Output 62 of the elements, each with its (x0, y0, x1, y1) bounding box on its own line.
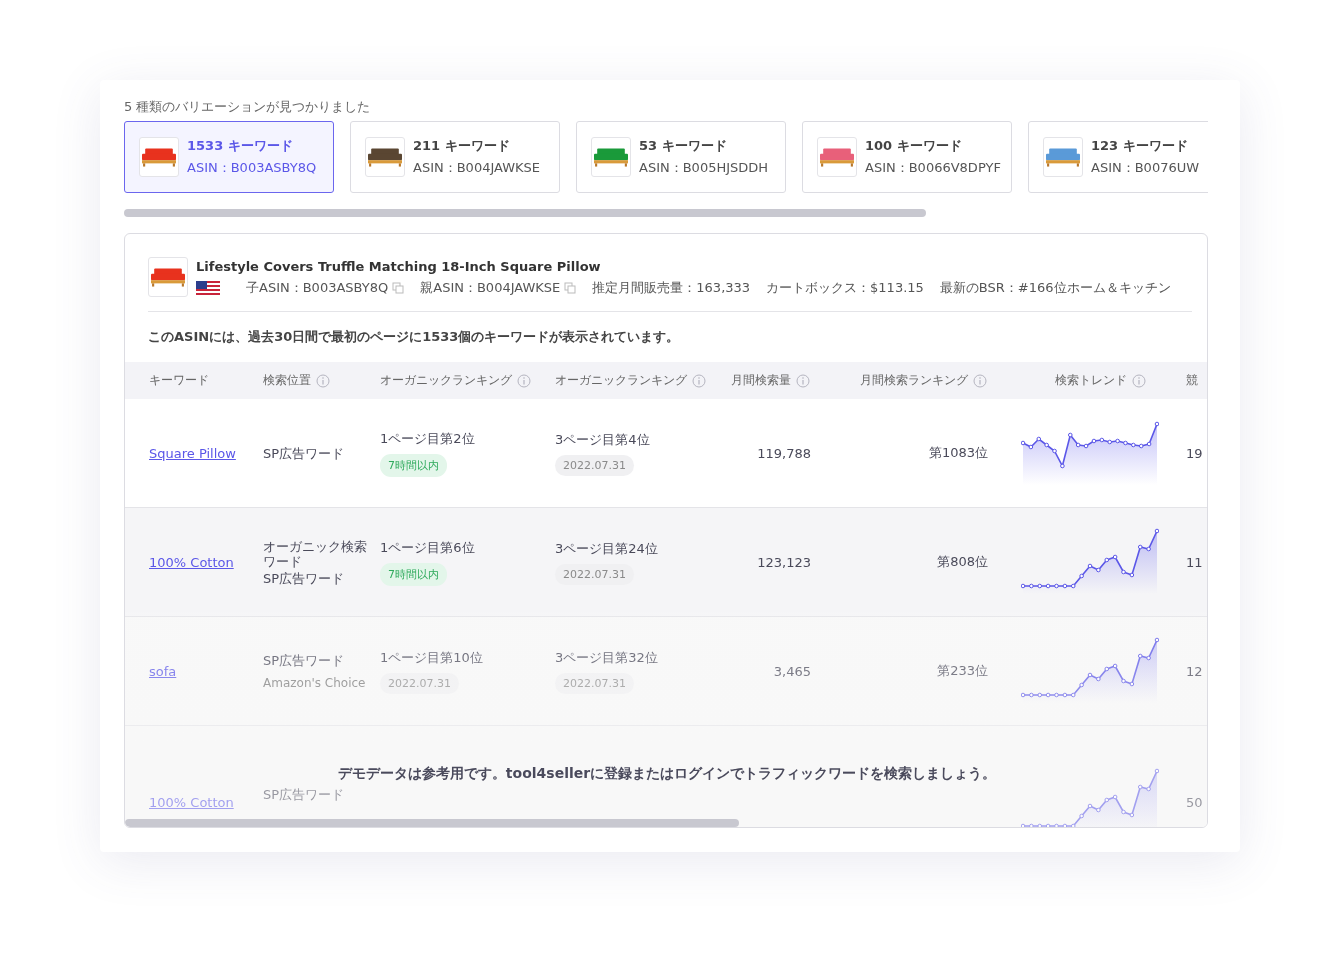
info-icon[interactable] (1132, 373, 1146, 388)
competition-value: 11 (1186, 554, 1203, 570)
column-header: 競 (1186, 372, 1198, 389)
keyword-link[interactable]: Square Pillow (149, 445, 236, 461)
notice-text: このASINには、過去30日間で最初のページに1533個のキーワードが表示されています。 (148, 328, 681, 346)
variations-heading: 5 種類のバリエーションが見つかりました (124, 98, 372, 116)
variation-card[interactable]: 211 キーワード ASIN：B004JAWKSE (350, 121, 560, 193)
competition-value: 50 (1186, 794, 1203, 810)
organic-rank: 3ページ目第24位 (555, 539, 658, 558)
organic-rank: 1ページ目第10位 (380, 648, 483, 667)
competition-value: 19 (1186, 445, 1203, 461)
column-header: 月間検索量 (731, 372, 791, 389)
date-badge: 2022.07.31 (555, 563, 634, 585)
column-header: 月間検索ランキング (860, 372, 968, 389)
keyword-link[interactable]: 100% Cotton (149, 554, 234, 570)
child-asin: 子ASIN：B003ASBY8Q (246, 278, 389, 297)
search-position: SP広告ワード (263, 652, 346, 668)
keyword-link[interactable]: sofa (149, 663, 177, 679)
search-volume: 3,465 (773, 663, 811, 679)
best-seller-rank: 最新のBSR：#166位ホーム＆キッチン (939, 278, 1171, 297)
search-position: オーガニック検索ワード (263, 538, 367, 569)
info-icon[interactable] (316, 373, 330, 388)
copy-icon[interactable] (392, 281, 405, 294)
time-badge: 2022.07.31 (380, 672, 459, 694)
variation-card[interactable]: 53 キーワード ASIN：B005HJSDDH (576, 121, 786, 193)
organic-rank: 1ページ目第2位 (380, 429, 475, 448)
search-ranking: 第1083位 (928, 445, 988, 460)
organic-rank: 3ページ目第4位 (555, 430, 650, 449)
us-flag-icon (196, 280, 220, 295)
search-volume: 123,123 (757, 554, 811, 570)
variation-card[interactable]: 100 キーワード ASIN：B0066V8DPYF (802, 121, 1012, 193)
search-position: SP広告ワード (263, 445, 346, 461)
search-ranking: 第233位 (937, 663, 988, 678)
cart-box-price: カートボックス：$113.15 (766, 278, 924, 297)
competition-value: 12 (1186, 663, 1203, 679)
variation-card[interactable]: 123 キーワード ASIN：B0076UW (1028, 121, 1208, 193)
product-title: Lifestyle Covers Truffle Matching 18-Inch Square Pillow (196, 257, 602, 276)
column-header: 検索位置 (263, 372, 311, 389)
info-icon[interactable] (796, 373, 810, 388)
date-badge: 2022.07.31 (555, 672, 634, 694)
time-badge: 7時間以内 (380, 562, 447, 586)
column-header: キーワード (149, 372, 209, 389)
search-volume: 119,788 (757, 445, 811, 461)
column-header: オーガニックランキング (380, 372, 512, 389)
info-icon[interactable] (692, 373, 706, 388)
parent-asin: 親ASIN：B004JAWKSE (420, 278, 561, 297)
organic-rank: 1ページ目第6位 (380, 538, 475, 557)
search-position: SP広告ワード (263, 570, 346, 586)
demo-message: デモデータは参考用です。tool4sellerに登録またはログインでトラフィックワードを検索しましょう。 (337, 764, 997, 783)
info-icon[interactable] (973, 373, 987, 388)
date-badge: 2022.07.31 (555, 454, 634, 476)
organic-rank: 3ページ目第32位 (555, 648, 658, 667)
time-badge: 7時間以内 (380, 453, 447, 477)
info-icon[interactable] (517, 373, 531, 388)
monthly-sales: 推定月間販売量：163,333 (592, 278, 751, 297)
variation-card[interactable]: 1533 キーワード ASIN：B003ASBY8Q (124, 121, 334, 193)
search-ranking: 第808位 (937, 554, 988, 569)
copy-icon[interactable] (564, 281, 577, 294)
position-note: Amazon's Choice (263, 675, 366, 690)
column-header: オーガニックランキング (555, 372, 687, 389)
search-position: SP広告ワード (263, 786, 346, 802)
column-header: 検索トレンド (1055, 372, 1127, 389)
